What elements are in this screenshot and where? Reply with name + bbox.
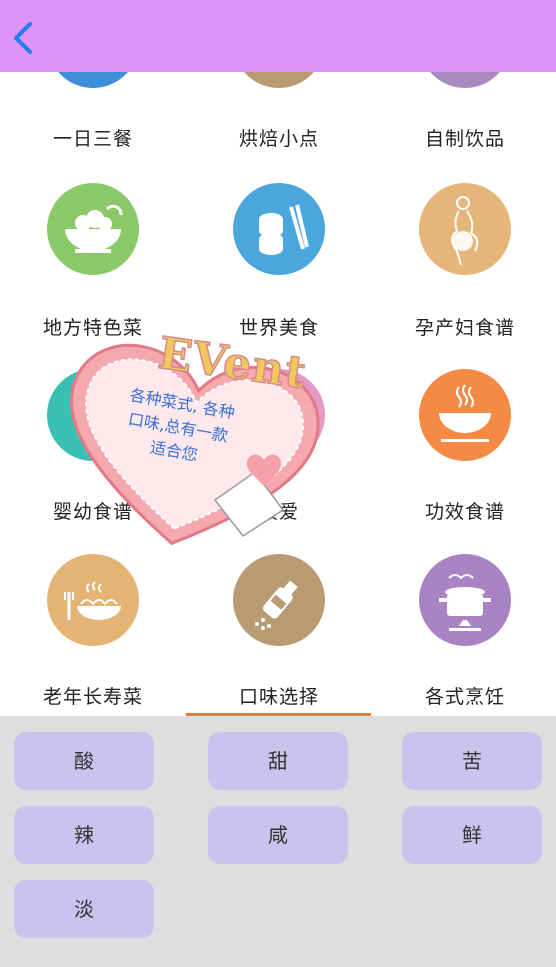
category-label: 烘焙小点 (238, 128, 319, 150)
category-label: 老年长寿菜 (42, 686, 143, 708)
category-functional[interactable]: 功效食谱 (372, 369, 556, 529)
soup-bowl-icon (419, 369, 511, 461)
category-label: 功效食谱 (424, 501, 505, 523)
chevron-left-icon (14, 22, 32, 54)
taste-bitter-button[interactable]: 苦 (402, 732, 542, 790)
pregnant-icon (419, 183, 511, 275)
category-elderly[interactable]: 老年长寿菜 (0, 554, 186, 714)
category-regional[interactable]: 地方特色菜 (0, 183, 186, 343)
category-world-food[interactable]: 世界美食 (186, 183, 372, 343)
category-label: 自制饮品 (424, 128, 505, 150)
back-button[interactable] (8, 20, 40, 56)
category-taste[interactable]: 口味选择 (186, 554, 372, 714)
category-maternal[interactable]: 孕产妇食谱 (372, 183, 556, 343)
category-label: 口味选择 (238, 686, 319, 708)
taste-selection-panel: 酸 甜 苦 辣 咸 鲜 淡 (0, 716, 556, 967)
category-label: 孕产妇食谱 (414, 317, 515, 339)
seasoning-bottle-icon (233, 554, 325, 646)
category-label: 一日三餐 (52, 128, 133, 150)
taste-sour-button[interactable]: 酸 (14, 732, 154, 790)
event-popup[interactable]: EVent 各种菜式, 各种 口味,总有一款 适合您 (40, 320, 340, 560)
taste-umami-button[interactable]: 鲜 (402, 806, 542, 864)
taste-sweet-button[interactable]: 甜 (208, 732, 348, 790)
cooking-pot-icon (419, 554, 511, 646)
taste-mild-button[interactable]: 淡 (14, 880, 154, 938)
top-nav-bar (0, 0, 556, 72)
category-cooking[interactable]: 各式烹饪 (372, 554, 556, 714)
category-label: 各式烹饪 (424, 686, 505, 708)
bowl-icon (47, 183, 139, 275)
taste-salty-button[interactable]: 咸 (208, 806, 348, 864)
taste-spicy-button[interactable]: 辣 (14, 806, 154, 864)
noodles-icon (47, 554, 139, 646)
sushi-icon (233, 183, 325, 275)
